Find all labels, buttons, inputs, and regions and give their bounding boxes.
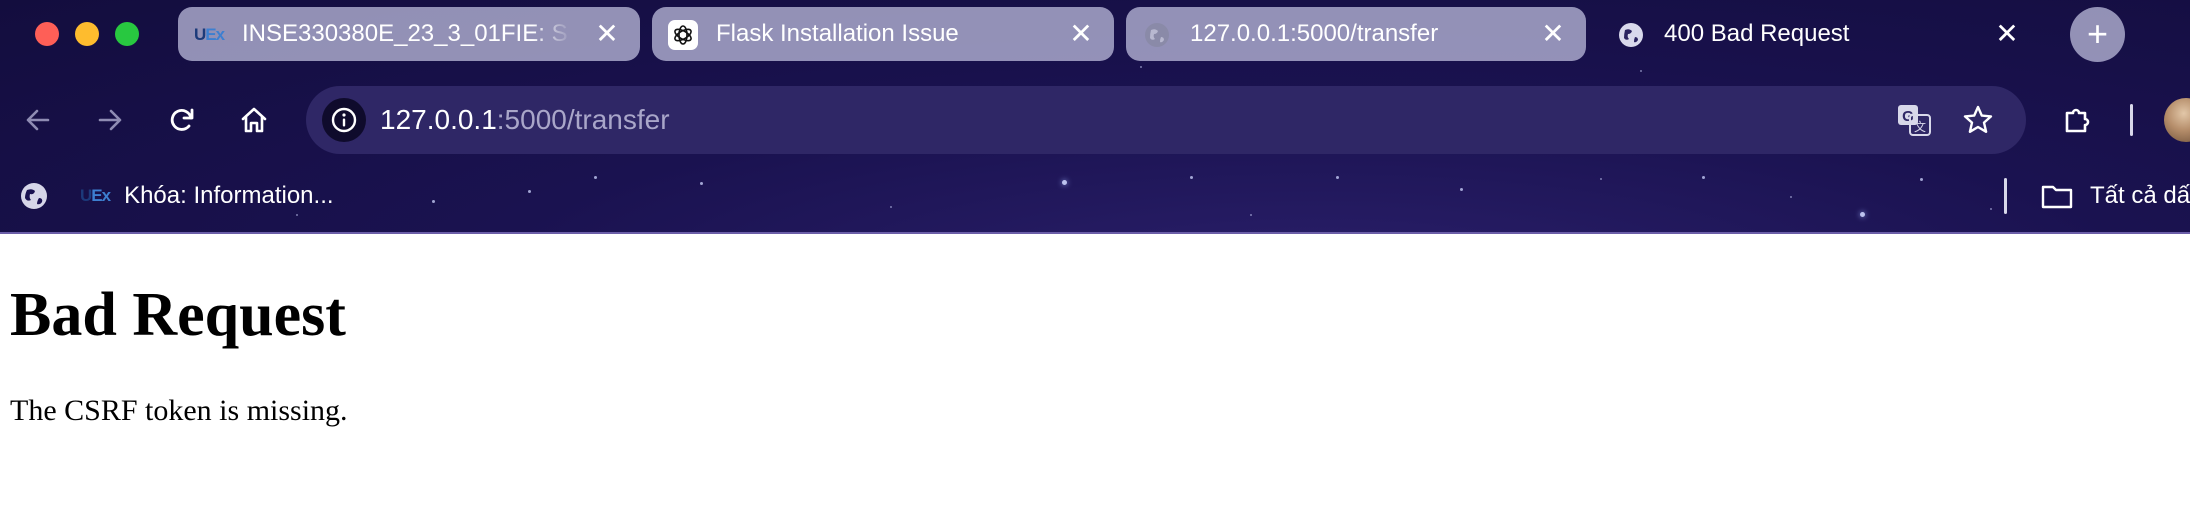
url-host: 127.0.0.1	[380, 104, 497, 135]
page-title: Bad Request	[10, 281, 346, 349]
url-path: :5000/transfer	[496, 104, 670, 135]
tab-close-button[interactable]: ✕	[592, 19, 622, 49]
tab-inse330380e[interactable]: UEx INSE330380E_23_3_01FIE: S ✕	[178, 7, 640, 61]
uex-logo-icon: UEx	[193, 25, 225, 44]
back-icon[interactable]	[16, 98, 60, 142]
tab-close-button[interactable]: ✕	[1992, 19, 2022, 49]
address-bar[interactable]: 127.0.0.1:5000/transfer G 文	[306, 86, 2026, 154]
home-icon[interactable]	[232, 98, 276, 142]
close-window-button[interactable]	[35, 22, 59, 46]
tab-title: 127.0.0.1:5000/transfer	[1190, 20, 1439, 47]
globe-icon	[1142, 20, 1172, 50]
all-bookmarks-label: Tất cả dấ	[2090, 182, 2190, 209]
star-decoration	[1190, 176, 1193, 179]
minimize-window-button[interactable]	[75, 22, 99, 46]
star-decoration	[1920, 178, 1923, 181]
globe-icon[interactable]	[18, 180, 50, 212]
tab-title: INSE330380E_23_3_01FIE: S	[242, 20, 568, 47]
tab-transfer[interactable]: 127.0.0.1:5000/transfer ✕	[1126, 7, 1586, 61]
browser-chrome: UEx INSE330380E_23_3_01FIE: S ✕ Flask In…	[0, 0, 2190, 234]
star-decoration	[700, 182, 703, 185]
zoom-window-button[interactable]	[115, 22, 139, 46]
svg-text:G: G	[1902, 108, 1914, 125]
tab-title: Flask Installation Issue	[716, 20, 959, 47]
openai-icon	[668, 20, 698, 50]
uex-logo-icon: UEx	[80, 186, 111, 205]
star-decoration	[1600, 178, 1602, 180]
extensions-icon[interactable]	[2056, 98, 2100, 142]
tab-close-button[interactable]: ✕	[1538, 19, 1568, 49]
tab-400-bad-request[interactable]: 400 Bad Request ✕	[1600, 7, 2040, 61]
star-decoration	[890, 206, 892, 208]
star-decoration	[1250, 214, 1252, 216]
translate-icon[interactable]: G 文	[1892, 98, 1936, 142]
page-content: Bad Request The CSRF token is missing.	[10, 234, 2190, 530]
toolbar-divider	[2130, 104, 2133, 136]
profile-avatar[interactable]	[2164, 98, 2190, 142]
star-decoration	[528, 190, 531, 193]
star-decoration	[1990, 208, 1992, 210]
star-decoration	[1640, 70, 1642, 72]
tab-title: 400 Bad Request	[1664, 20, 1850, 47]
folder-icon	[2041, 185, 2073, 209]
star-decoration	[1460, 188, 1463, 191]
forward-icon[interactable]	[88, 98, 132, 142]
tab-close-button[interactable]: ✕	[1066, 19, 1096, 49]
bookmarks-divider	[2004, 178, 2007, 214]
svg-text:文: 文	[1914, 119, 1926, 134]
star-decoration	[1790, 196, 1792, 198]
star-decoration	[1860, 212, 1865, 217]
reload-icon[interactable]	[160, 98, 204, 142]
star-decoration	[1140, 66, 1142, 68]
globe-icon	[1616, 20, 1646, 50]
star-decoration	[1336, 176, 1339, 179]
site-info-icon[interactable]	[322, 98, 366, 142]
star-decoration	[1702, 176, 1705, 179]
bookmark-label: Khóa: Information...	[124, 182, 334, 209]
star-decoration	[1062, 180, 1067, 185]
new-tab-button[interactable]: +	[2070, 7, 2125, 62]
all-bookmarks-folder[interactable]: Tất cả dấ	[2040, 176, 2190, 216]
bookmark-khoa-information[interactable]: UEx Khóa: Information...	[80, 176, 334, 216]
star-decoration	[594, 176, 597, 179]
star-decoration	[432, 200, 435, 203]
error-message: The CSRF token is missing.	[10, 394, 348, 427]
tab-flask-installation-issue[interactable]: Flask Installation Issue ✕	[652, 7, 1114, 61]
url-text[interactable]: 127.0.0.1:5000/transfer	[380, 86, 670, 154]
bookmark-star-icon[interactable]	[1956, 98, 2000, 142]
